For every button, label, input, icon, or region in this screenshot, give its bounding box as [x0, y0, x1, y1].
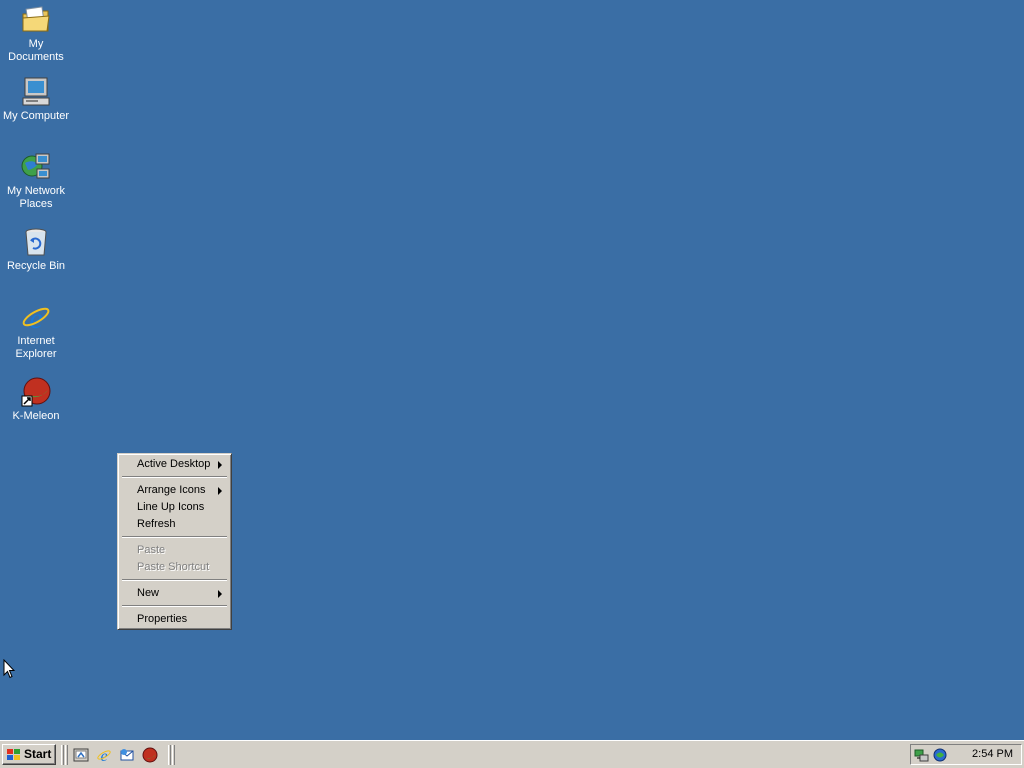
desktop-icon-label: My Computer	[2, 110, 70, 122]
taskbar-separator	[61, 745, 64, 765]
menu-item-label: Active Desktop	[137, 458, 211, 470]
desktop-icon-label: Internet Explorer	[15, 335, 57, 360]
menu-item-active-desktop[interactable]: Active Desktop	[121, 456, 228, 473]
desktop-icon-label: K-Meleon	[12, 410, 60, 422]
menu-separator	[122, 476, 227, 478]
menu-item-label: Refresh	[137, 518, 176, 530]
taskbar-grip[interactable]	[172, 745, 175, 765]
svg-text:e: e	[100, 748, 107, 763]
menu-item-label: Arrange Icons	[137, 484, 206, 496]
quick-launch-grip[interactable]	[65, 745, 68, 765]
submenu-arrow-icon	[218, 487, 222, 495]
computer-icon	[20, 76, 52, 108]
windows-logo-icon	[6, 748, 22, 762]
system-tray: 2:54 PM	[910, 744, 1022, 765]
outlook-express-icon[interactable]	[119, 747, 135, 763]
menu-separator	[122, 605, 227, 607]
submenu-arrow-icon	[218, 590, 222, 598]
menu-item-paste: Paste	[121, 542, 228, 559]
submenu-arrow-icon	[218, 461, 222, 469]
svg-text:e: e	[29, 302, 42, 333]
menu-item-new[interactable]: New	[121, 585, 228, 602]
menu-item-line-up-icons[interactable]: Line Up Icons	[121, 499, 228, 516]
desktop-icon-internet-explorer[interactable]: e Internet Explorer	[0, 301, 72, 361]
menu-separator	[122, 579, 227, 581]
desktop-icon-label: My Network Places	[6, 185, 66, 210]
menu-item-label: New	[137, 587, 160, 599]
k-meleon-icon	[20, 376, 52, 408]
desktop-icon-my-computer[interactable]: My Computer	[0, 76, 72, 123]
volume-icon[interactable]	[932, 747, 948, 763]
menu-item-properties[interactable]: Properties	[121, 611, 228, 628]
menu-item-refresh[interactable]: Refresh	[121, 516, 228, 533]
desktop-icon-recycle-bin[interactable]: Recycle Bin	[0, 226, 72, 273]
menu-separator	[122, 536, 227, 538]
start-button[interactable]: Start	[2, 744, 56, 765]
desktop-icon-my-documents[interactable]: My Documents	[0, 4, 72, 64]
start-label: Start	[24, 747, 52, 761]
desktop-icon-my-network-places[interactable]: My Network Places	[0, 151, 72, 211]
desktop-icon-label: My Documents	[8, 38, 64, 63]
internet-explorer-icon[interactable]: e	[96, 747, 112, 765]
desktop-context-menu: Active Desktop Arrange Icons Line Up Ico…	[117, 453, 232, 630]
mouse-cursor-icon	[3, 658, 16, 679]
menu-item-paste-shortcut: Paste Shortcut	[121, 559, 228, 576]
desktop[interactable]: My Documents My Computer My Network Plac…	[0, 0, 1024, 740]
taskbar: Start e 2:54 PM	[0, 740, 1024, 768]
k-meleon-icon[interactable]	[142, 747, 158, 763]
internet-explorer-icon: e	[20, 301, 52, 335]
menu-item-label: Paste	[137, 544, 166, 556]
network-connection-icon[interactable]	[914, 747, 930, 763]
network-places-icon	[20, 151, 52, 183]
folder-documents-icon	[20, 4, 52, 36]
menu-item-arrange-icons[interactable]: Arrange Icons	[121, 482, 228, 499]
menu-item-label: Line Up Icons	[137, 501, 205, 513]
show-desktop-icon[interactable]	[73, 747, 89, 763]
recycle-bin-icon	[20, 226, 52, 258]
menu-item-label: Properties	[137, 613, 188, 625]
taskbar-separator	[168, 745, 171, 765]
desktop-icon-k-meleon[interactable]: K-Meleon	[0, 376, 72, 423]
desktop-icon-label: Recycle Bin	[6, 260, 66, 272]
menu-item-label: Paste Shortcut	[137, 561, 210, 573]
clock[interactable]: 2:54 PM	[972, 748, 1013, 760]
